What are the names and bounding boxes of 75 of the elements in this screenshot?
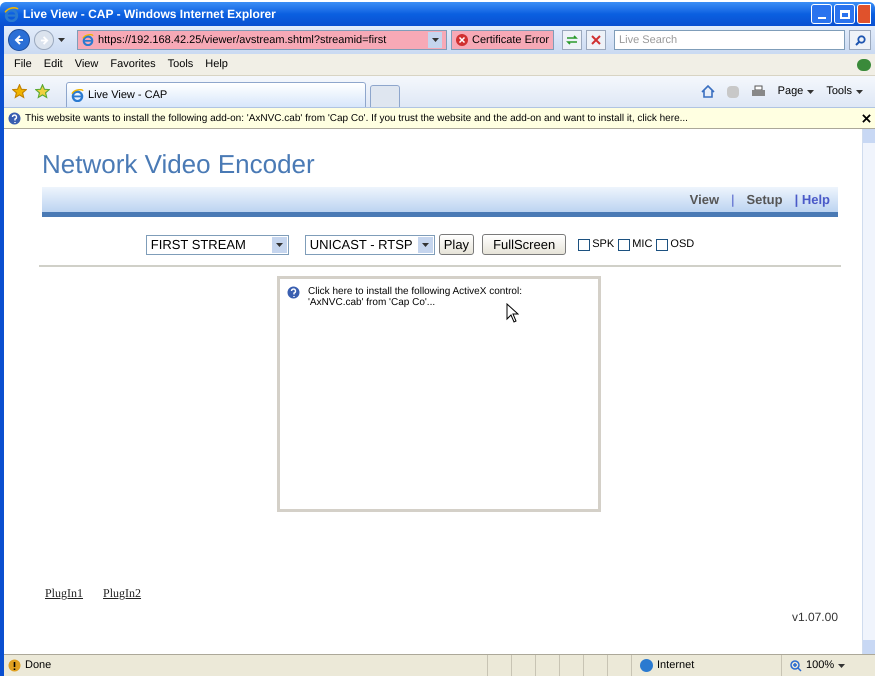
nav-link[interactable]: Setup	[746, 190, 783, 210]
caret-icon[interactable]	[838, 664, 846, 668]
minimize-button[interactable]	[811, 4, 832, 24]
version-text: v1.07.00	[792, 609, 838, 626]
caret-icon[interactable]	[856, 90, 863, 94]
close-button[interactable]	[857, 4, 871, 24]
page-heading: Network Video Encoder	[42, 151, 316, 177]
caret-icon[interactable]	[432, 38, 438, 42]
caret-icon[interactable]	[422, 242, 429, 246]
checkbox[interactable]	[618, 238, 630, 250]
stop-button[interactable]	[586, 30, 606, 50]
action-button[interactable]: Play	[438, 234, 474, 255]
command-button[interactable]: Tools	[826, 83, 863, 100]
checkbox[interactable]	[656, 238, 668, 250]
checkbox[interactable]	[578, 238, 590, 250]
search-icon	[854, 34, 866, 46]
info-icon	[8, 112, 21, 124]
menu-item[interactable]: File	[8, 56, 38, 73]
browser-logo-icon	[4, 6, 19, 22]
magnifier-icon[interactable]	[790, 660, 802, 672]
close-icon[interactable]	[862, 114, 871, 122]
activex-message: Click here to install the following ActiveX control: 'AxNVC.cab' from 'Cap Co'...	[308, 286, 523, 308]
tab-page-icon	[71, 88, 84, 102]
window-title: Live View - CAP - Windows Internet Explorer	[23, 6, 276, 23]
command-button[interactable]: Page	[778, 83, 814, 100]
info-bar-text: This website wants to install the following add-on: 'AxNVC.cab' from 'Cap Co'. If you trust the website and the add-on and want to install it, click here...	[25, 112, 688, 126]
search-field[interactable]: Live Search	[614, 30, 845, 50]
separator-text: |	[731, 190, 734, 209]
add-favorite-icon[interactable]	[35, 84, 50, 99]
favorites-star-icon[interactable]	[12, 84, 27, 99]
info-bar[interactable]: This website wants to install the following add-on: 'AxNVC.cab' from 'Cap Co'. If you trust the website and the add-on and want to install it, click here...	[4, 108, 875, 129]
menu-item[interactable]: View	[68, 56, 104, 73]
certificate-error-button[interactable]: Certificate Error	[451, 30, 554, 50]
dropdown-icon[interactable]	[428, 32, 442, 48]
browser-tab[interactable]: Live View - CAP	[66, 82, 366, 107]
arrow-left-icon	[14, 35, 24, 45]
address-field[interactable]: https://192.168.42.25/viewer/avstream.shtml?streamid=first	[77, 30, 447, 50]
stop-x-icon[interactable]	[591, 35, 602, 45]
menu-item[interactable]: Favorites	[104, 56, 162, 73]
shield-x-icon	[456, 34, 468, 46]
caret-icon[interactable]	[276, 242, 283, 246]
zone-text: Internet	[657, 658, 694, 674]
stream-select[interactable]: FIRST STREAM	[146, 234, 289, 254]
refresh-arrows-icon	[566, 35, 578, 45]
activex-panel[interactable]: Click here to install the following ActiveX control: 'AxNVC.cab' from 'Cap Co'...	[277, 276, 601, 512]
plugin-link[interactable]: PlugIn2	[103, 584, 142, 602]
refresh-button[interactable]	[562, 30, 582, 50]
checkbox-label: MIC	[632, 237, 652, 252]
stream-select[interactable]: UNICAST - RTSP	[304, 234, 435, 254]
url-text: https://192.168.42.25/viewer/avstream.shtml?streamid=first	[98, 32, 386, 48]
plugin-link[interactable]: PlugIn1	[45, 584, 84, 602]
checkbox-label: SPK	[592, 237, 614, 252]
back-button[interactable]	[8, 29, 30, 51]
maximize-button[interactable]	[834, 4, 855, 24]
printer-icon[interactable]	[750, 85, 766, 98]
warning-icon	[8, 659, 21, 672]
nav-link[interactable]: View	[690, 190, 720, 210]
action-button[interactable]: FullScreen	[482, 234, 566, 255]
scrollbar[interactable]	[862, 129, 875, 654]
status-text: Done	[25, 658, 52, 674]
nav-link[interactable]: | Help	[794, 190, 830, 210]
menu-item[interactable]: Tools	[162, 56, 200, 73]
caret-icon[interactable]	[58, 38, 65, 42]
mouse-cursor-icon	[506, 303, 519, 323]
menu-item[interactable]: Help	[199, 56, 234, 73]
search-button[interactable]	[849, 30, 871, 50]
menu-item[interactable]: Edit	[38, 56, 69, 73]
shield-icon	[287, 286, 300, 299]
arrow-right-icon	[40, 36, 48, 44]
globe-icon	[640, 659, 653, 672]
zoom-text[interactable]: 100%	[806, 657, 834, 674]
caret-icon[interactable]	[807, 90, 814, 94]
home-icon[interactable]	[700, 85, 715, 98]
page-icon	[82, 34, 94, 46]
checkbox-label: OSD	[670, 237, 694, 252]
